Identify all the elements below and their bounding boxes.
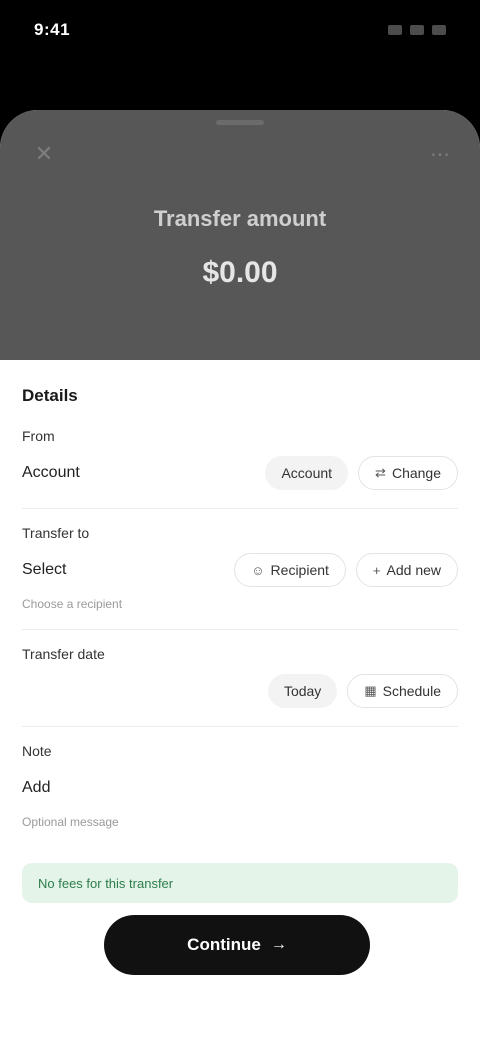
transfer-sheet: ✕ ⋯ Transfer amount $0.00 Details From A…: [0, 110, 480, 1040]
info-banner: No fees for this transfer: [22, 863, 458, 903]
status-bar: 9:41: [0, 0, 480, 60]
chip-label: Change: [391, 465, 441, 481]
row-label: Transfer to: [22, 525, 90, 541]
row-label: From: [22, 428, 55, 444]
continue-button[interactable]: Continue →: [104, 915, 370, 975]
form-heading: Details: [22, 386, 78, 405]
chip-account[interactable]: Account: [265, 456, 349, 490]
status-time: 9:41: [34, 20, 71, 39]
details-form: Details From Account Account ⇄ Change Tra…: [0, 360, 480, 847]
arrow-right-icon: →: [270, 936, 287, 953]
chip-label: Schedule: [382, 683, 441, 699]
status-icons: [388, 25, 446, 35]
chip-today[interactable]: Today: [267, 674, 338, 708]
row-transfer-date[interactable]: Transfer date Today ▦ Schedule: [22, 646, 458, 727]
plus-icon: +: [372, 562, 381, 578]
row-transfer-to[interactable]: Transfer to Select ☺ Recipient + Add new C…: [22, 525, 458, 630]
swap-icon: ⇄: [375, 465, 386, 480]
chip-recipient[interactable]: ☺ Recipient: [234, 553, 346, 587]
chip-label: Recipient: [270, 562, 329, 578]
hero-header: ✕ ⋯ Transfer amount $0.00: [0, 110, 480, 360]
sheet-grabber[interactable]: [216, 120, 264, 125]
row-value: Select: [22, 561, 67, 578]
row-value: Add: [22, 779, 51, 796]
amount-display[interactable]: $0.00: [0, 256, 480, 290]
battery-icon: [432, 25, 446, 35]
calendar-icon: ▦: [364, 683, 377, 698]
row-value: Account: [22, 464, 80, 481]
chip-label: Add new: [386, 562, 441, 578]
more-icon[interactable]: ⋯: [426, 140, 454, 168]
wifi-icon: [410, 25, 424, 35]
chip-schedule[interactable]: ▦ Schedule: [347, 674, 458, 708]
row-label: Note: [22, 743, 52, 759]
person-icon: ☺: [251, 562, 265, 578]
close-icon[interactable]: ✕: [30, 140, 58, 168]
row-sub: Choose a recipient: [22, 597, 123, 611]
row-from[interactable]: From Account Account ⇄ Change: [22, 428, 458, 509]
row-sub: Optional message: [22, 815, 119, 829]
row-note[interactable]: Note Add Optional message: [22, 743, 458, 847]
button-label: Continue: [187, 935, 261, 954]
row-label: Transfer date: [22, 646, 105, 662]
chip-add-new[interactable]: + Add new: [355, 553, 458, 587]
page-title: Transfer amount: [153, 206, 327, 231]
chip-change[interactable]: ⇄ Change: [358, 456, 458, 490]
signal-icon: [388, 25, 402, 35]
